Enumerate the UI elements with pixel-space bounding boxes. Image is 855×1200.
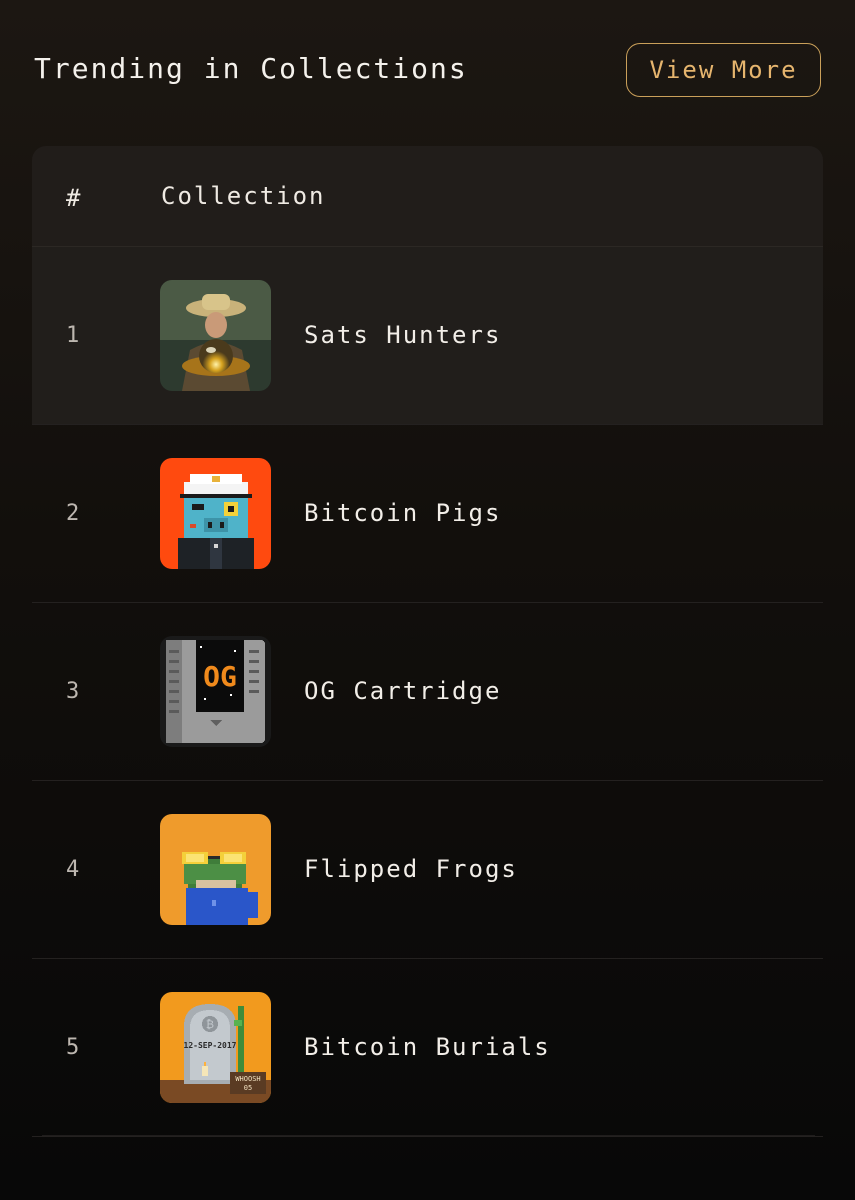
collection-column-header: Collection: [161, 182, 326, 210]
og-cartridge-thumbnail[interactable]: OG: [160, 636, 271, 747]
table-row[interactable]: 5 ₿ 12-SEP-2017 WHOOSH 05 Bitcoin Burial…: [32, 959, 823, 1137]
collections-table: # Collection 1 Sats Hunters 2 Bitcoin Pi…: [32, 146, 823, 1137]
bitcoin-burials-thumbnail[interactable]: ₿ 12-SEP-2017 WHOOSH 05: [160, 992, 271, 1103]
section-header: Trending in Collections View More: [0, 0, 855, 140]
rank-number: 4: [66, 857, 80, 882]
table-row[interactable]: 3 OG OG Cartridge: [32, 603, 823, 781]
collection-name[interactable]: Sats Hunters: [304, 321, 501, 349]
table-row[interactable]: 1 Sats Hunters: [32, 247, 823, 425]
cartridge-label-text: OG: [203, 660, 237, 693]
section-title: Trending in Collections: [34, 52, 468, 85]
burial-sign-line2: 05: [244, 1084, 252, 1092]
burial-date-text: 12-SEP-2017: [184, 1041, 237, 1050]
rank-number: 2: [66, 501, 80, 526]
table-bottom-divider: [42, 1135, 815, 1136]
table-header: # Collection: [32, 146, 823, 247]
table-row[interactable]: 2 Bitcoin Pigs: [32, 425, 823, 603]
flipped-frogs-thumbnail[interactable]: [160, 814, 271, 925]
collection-name[interactable]: Bitcoin Burials: [304, 1033, 551, 1061]
collection-name[interactable]: Flipped Frogs: [304, 855, 518, 883]
bitcoin-pigs-thumbnail[interactable]: [160, 458, 271, 569]
svg-text:₿: ₿: [206, 1018, 214, 1031]
rank-number: 5: [66, 1035, 80, 1060]
rank-column-header: #: [66, 184, 81, 212]
rank-number: 1: [66, 323, 80, 348]
collection-name[interactable]: Bitcoin Pigs: [304, 499, 501, 527]
burial-sign-line1: WHOOSH: [235, 1075, 260, 1083]
view-more-button[interactable]: View More: [626, 43, 821, 97]
collection-name[interactable]: OG Cartridge: [304, 677, 501, 705]
rank-number: 3: [66, 679, 80, 704]
table-row[interactable]: 4 Flipped Frogs: [32, 781, 823, 959]
sats-hunters-thumbnail[interactable]: [160, 280, 271, 391]
